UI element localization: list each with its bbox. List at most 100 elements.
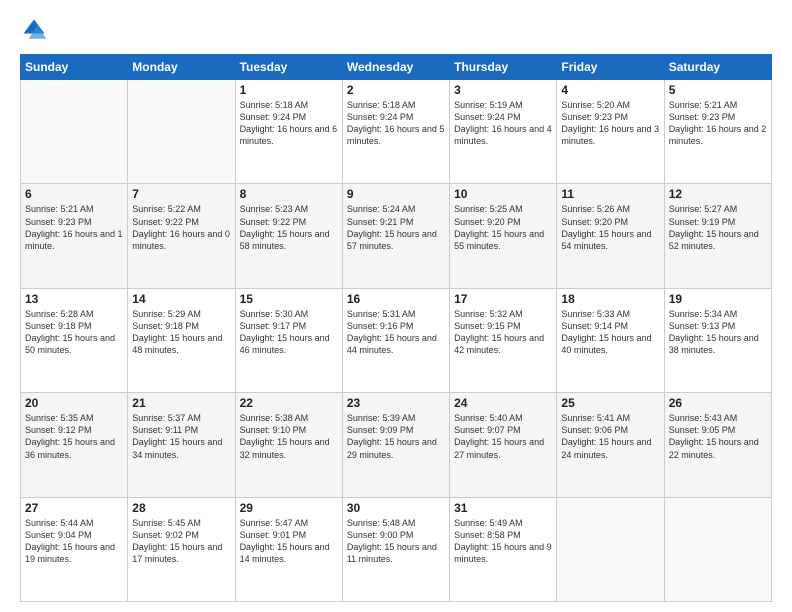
day-cell: 10Sunrise: 5:25 AMSunset: 9:20 PMDayligh…: [450, 184, 557, 288]
day-info: Sunrise: 5:22 AMSunset: 9:22 PMDaylight:…: [132, 203, 230, 252]
day-cell: 11 Sunrise: 5:26 AMSunset: 9:20 PMDayligh…: [557, 184, 664, 288]
page: SundayMondayTuesdayWednesdayThursdayFrid…: [0, 0, 792, 612]
day-info: Sunrise: 5:21 AMSunset: 9:23 PMDaylight:…: [25, 203, 123, 252]
day-number: 21: [132, 396, 230, 410]
day-cell: 9 Sunrise: 5:24 AMSunset: 9:21 PMDaylight…: [342, 184, 449, 288]
day-info: Sunrise: 5:24 AMSunset: 9:21 PMDaylight:…: [347, 203, 445, 252]
day-cell: 24 Sunrise: 5:40 AMSunset: 9:07 PMDayligh…: [450, 393, 557, 497]
day-cell: [664, 497, 771, 601]
day-number: 9: [347, 187, 445, 201]
day-cell: [21, 80, 128, 184]
day-cell: 27 Sunrise: 5:44 AMSunset: 9:04 PMDayligh…: [21, 497, 128, 601]
day-number: 29: [240, 501, 338, 515]
day-cell: 16 Sunrise: 5:31 AMSunset: 9:16 PMDayligh…: [342, 288, 449, 392]
day-cell: 7 Sunrise: 5:22 AMSunset: 9:22 PMDaylight…: [128, 184, 235, 288]
col-header-tuesday: Tuesday: [235, 55, 342, 80]
day-info: Sunrise: 5:48 AMSunset: 9:00 PMDaylight:…: [347, 517, 445, 566]
day-number: 19: [669, 292, 767, 306]
col-header-sunday: Sunday: [21, 55, 128, 80]
day-info: Sunrise: 5:35 AMSunset: 9:12 PMDaylight:…: [25, 412, 123, 461]
day-cell: 14 Sunrise: 5:29 AMSunset: 9:18 PMDayligh…: [128, 288, 235, 392]
day-number: 8: [240, 187, 338, 201]
day-number: 15: [240, 292, 338, 306]
day-info: Sunrise: 5:32 AMSunset: 9:15 PMDaylight:…: [454, 308, 552, 357]
day-cell: 26 Sunrise: 5:43 AMSunset: 9:05 PMDayligh…: [664, 393, 771, 497]
day-info: Sunrise: 5:39 AMSunset: 9:09 PMDaylight:…: [347, 412, 445, 461]
day-info: Sunrise: 5:23 AMSunset: 9:22 PMDaylight:…: [240, 203, 338, 252]
day-cell: 19Sunrise: 5:34 AMSunset: 9:13 PMDayligh…: [664, 288, 771, 392]
day-number: 25: [561, 396, 659, 410]
day-info: Sunrise: 5:49 AMSunset: 8:58 PMDaylight:…: [454, 517, 552, 566]
day-cell: 28Sunrise: 5:45 AMSunset: 9:02 PMDayligh…: [128, 497, 235, 601]
day-info: Sunrise: 5:43 AMSunset: 9:05 PMDaylight:…: [669, 412, 767, 461]
day-cell: 21 Sunrise: 5:37 AMSunset: 9:11 PMDayligh…: [128, 393, 235, 497]
day-cell: 20Sunrise: 5:35 AMSunset: 9:12 PMDayligh…: [21, 393, 128, 497]
day-info: Sunrise: 5:18 AMSunset: 9:24 PMDaylight:…: [347, 99, 445, 148]
day-number: 11: [561, 187, 659, 201]
day-cell: 8 Sunrise: 5:23 AMSunset: 9:22 PMDaylight…: [235, 184, 342, 288]
day-number: 24: [454, 396, 552, 410]
col-header-thursday: Thursday: [450, 55, 557, 80]
col-header-saturday: Saturday: [664, 55, 771, 80]
day-info: Sunrise: 5:18 AMSunset: 9:24 PMDaylight:…: [240, 99, 338, 148]
day-info: Sunrise: 5:33 AMSunset: 9:14 PMDaylight:…: [561, 308, 659, 357]
day-info: Sunrise: 5:28 AMSunset: 9:18 PMDaylight:…: [25, 308, 123, 357]
day-info: Sunrise: 5:25 AMSunset: 9:20 PMDaylight:…: [454, 203, 552, 252]
day-number: 28: [132, 501, 230, 515]
day-cell: 12 Sunrise: 5:27 AMSunset: 9:19 PMDayligh…: [664, 184, 771, 288]
day-number: 18: [561, 292, 659, 306]
day-info: Sunrise: 5:38 AMSunset: 9:10 PMDaylight:…: [240, 412, 338, 461]
day-number: 13: [25, 292, 123, 306]
day-cell: 3 Sunrise: 5:19 AMSunset: 9:24 PMDaylight…: [450, 80, 557, 184]
day-number: 6: [25, 187, 123, 201]
day-number: 16: [347, 292, 445, 306]
day-cell: 13 Sunrise: 5:28 AMSunset: 9:18 PMDayligh…: [21, 288, 128, 392]
logo-icon: [20, 16, 48, 44]
day-info: Sunrise: 5:37 AMSunset: 9:11 PMDaylight:…: [132, 412, 230, 461]
day-number: 30: [347, 501, 445, 515]
day-number: 4: [561, 83, 659, 97]
day-cell: [128, 80, 235, 184]
day-cell: 2 Sunrise: 5:18 AMSunset: 9:24 PMDaylight…: [342, 80, 449, 184]
day-info: Sunrise: 5:20 AMSunset: 9:23 PMDaylight:…: [561, 99, 659, 148]
day-number: 17: [454, 292, 552, 306]
day-info: Sunrise: 5:29 AMSunset: 9:18 PMDaylight:…: [132, 308, 230, 357]
day-number: 5: [669, 83, 767, 97]
week-row-4: 20Sunrise: 5:35 AMSunset: 9:12 PMDayligh…: [21, 393, 772, 497]
day-cell: 29Sunrise: 5:47 AMSunset: 9:01 PMDayligh…: [235, 497, 342, 601]
day-cell: 5Sunrise: 5:21 AMSunset: 9:23 PMDaylight…: [664, 80, 771, 184]
day-info: Sunrise: 5:30 AMSunset: 9:17 PMDaylight:…: [240, 308, 338, 357]
day-cell: 30 Sunrise: 5:48 AMSunset: 9:00 PMDayligh…: [342, 497, 449, 601]
day-number: 23: [347, 396, 445, 410]
col-header-wednesday: Wednesday: [342, 55, 449, 80]
day-cell: 1 Sunrise: 5:18 AMSunset: 9:24 PMDaylight…: [235, 80, 342, 184]
header: [20, 16, 772, 44]
calendar-header-row: SundayMondayTuesdayWednesdayThursdayFrid…: [21, 55, 772, 80]
week-row-2: 6 Sunrise: 5:21 AMSunset: 9:23 PMDaylight…: [21, 184, 772, 288]
day-info: Sunrise: 5:41 AMSunset: 9:06 PMDaylight:…: [561, 412, 659, 461]
day-cell: 22 Sunrise: 5:38 AMSunset: 9:10 PMDayligh…: [235, 393, 342, 497]
day-number: 3: [454, 83, 552, 97]
col-header-monday: Monday: [128, 55, 235, 80]
day-number: 2: [347, 83, 445, 97]
day-info: Sunrise: 5:27 AMSunset: 9:19 PMDaylight:…: [669, 203, 767, 252]
day-info: Sunrise: 5:26 AMSunset: 9:20 PMDaylight:…: [561, 203, 659, 252]
day-number: 7: [132, 187, 230, 201]
logo: [20, 16, 52, 44]
day-cell: 31Sunrise: 5:49 AMSunset: 8:58 PMDayligh…: [450, 497, 557, 601]
day-number: 1: [240, 83, 338, 97]
day-info: Sunrise: 5:19 AMSunset: 9:24 PMDaylight:…: [454, 99, 552, 148]
day-number: 27: [25, 501, 123, 515]
calendar-table: SundayMondayTuesdayWednesdayThursdayFrid…: [20, 54, 772, 602]
week-row-5: 27 Sunrise: 5:44 AMSunset: 9:04 PMDayligh…: [21, 497, 772, 601]
day-info: Sunrise: 5:31 AMSunset: 9:16 PMDaylight:…: [347, 308, 445, 357]
day-cell: 15 Sunrise: 5:30 AMSunset: 9:17 PMDayligh…: [235, 288, 342, 392]
day-cell: 25 Sunrise: 5:41 AMSunset: 9:06 PMDayligh…: [557, 393, 664, 497]
day-info: Sunrise: 5:44 AMSunset: 9:04 PMDaylight:…: [25, 517, 123, 566]
day-number: 14: [132, 292, 230, 306]
day-info: Sunrise: 5:40 AMSunset: 9:07 PMDaylight:…: [454, 412, 552, 461]
day-cell: 18 Sunrise: 5:33 AMSunset: 9:14 PMDayligh…: [557, 288, 664, 392]
day-number: 26: [669, 396, 767, 410]
day-number: 12: [669, 187, 767, 201]
day-number: 22: [240, 396, 338, 410]
